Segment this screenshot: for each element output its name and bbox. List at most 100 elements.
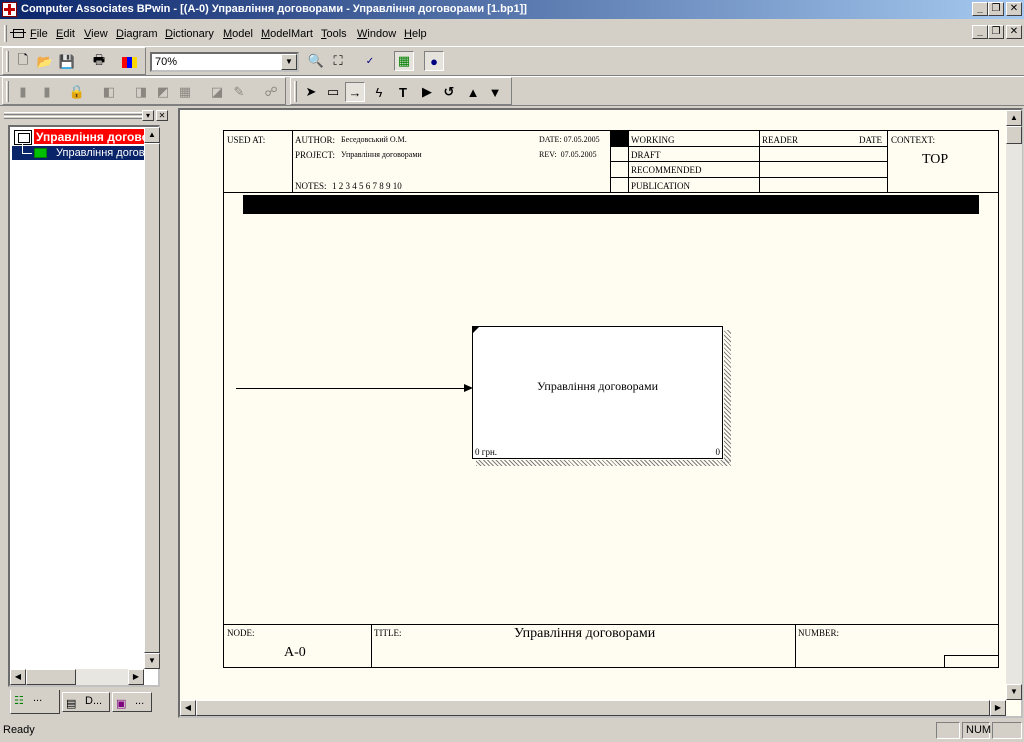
toolbar-grip[interactable] (6, 81, 9, 102)
frame-divider (795, 625, 796, 668)
mm-users-icon[interactable]: ☍ (261, 82, 281, 102)
canvas-vscroll-thumb[interactable] (1006, 126, 1022, 144)
scroll-up-icon[interactable]: ▲ (144, 127, 160, 143)
explorer-tabs: ☷ ... ▤ D... ▣ ... (10, 690, 170, 714)
chevron-down-icon[interactable]: ▼ (281, 54, 297, 70)
status-bar: Ready NUM (0, 720, 1024, 742)
mm-security-icon[interactable]: ◪ (207, 82, 227, 102)
diagram-window: USED AT: AUTHOR: Беседовський О.М. PROJE… (178, 108, 1023, 718)
toolbar-grip[interactable] (6, 51, 9, 72)
zoom-select[interactable]: 70% ▼ (150, 52, 299, 72)
mm-tools-icon[interactable]: ✎ (229, 82, 249, 102)
spell-check-icon[interactable]: ✓ (360, 51, 380, 71)
panel-splitter[interactable] (172, 108, 176, 720)
tab-activities[interactable]: ☷ ... (10, 690, 60, 714)
activity-shadow (724, 330, 731, 463)
arrow-head-icon (464, 384, 473, 392)
new-file-icon[interactable]: 🗋 (13, 52, 33, 72)
mm-grid-icon[interactable]: ▦ (175, 82, 195, 102)
status-publication: PUBLICATION (631, 181, 691, 191)
menu-diagram[interactable]: Diagram (116, 28, 158, 40)
open-folder-icon[interactable]: 📂 (35, 52, 55, 72)
used-at-label: USED AT: (227, 135, 266, 145)
context-value: TOP (922, 152, 949, 167)
menu-window[interactable]: Window (357, 28, 396, 40)
menu-grip[interactable] (4, 25, 7, 42)
mm-library-icon[interactable]: ◨ (131, 82, 151, 102)
scroll-down-icon[interactable]: ▼ (1006, 684, 1022, 700)
model-explorer-icon[interactable]: ▦ (394, 51, 414, 71)
mm-merge-icon[interactable]: ◧ (99, 82, 119, 102)
print-icon[interactable]: 🖶 (89, 52, 109, 72)
tree-hscroll-thumb[interactable] (26, 669, 76, 685)
scroll-right-icon[interactable]: ▶ (128, 669, 144, 685)
mm-report-icon[interactable]: ◩ (153, 82, 173, 102)
tree-scroll-thumb[interactable] (144, 143, 160, 653)
activity-box[interactable]: Управління договорами 0 грн. 0 (472, 326, 723, 459)
scroll-left-icon[interactable]: ◀ (10, 669, 26, 685)
go-to-sibling-icon[interactable]: ↺ (439, 82, 459, 102)
child-close-button[interactable]: ✕ (1006, 25, 1022, 39)
canvas-vertical-scrollbar[interactable]: ▲ ▼ (1006, 110, 1022, 700)
zoom-in-icon[interactable]: 🔍 (306, 51, 326, 71)
frame-divider (628, 131, 629, 193)
menu-help[interactable]: Help (404, 28, 427, 40)
tree-node-root[interactable]: Управління договорами (12, 129, 144, 145)
tab-diagrams[interactable]: ▤ D... (62, 692, 110, 712)
explorer-pin-button[interactable]: ▾ (142, 110, 154, 121)
toolbar-grip[interactable] (294, 81, 297, 102)
menu-view[interactable]: View (84, 28, 108, 40)
document-system-icon[interactable] (10, 27, 26, 39)
rev-field: REV: 07.05.2005 (539, 150, 610, 159)
status-working: WORKING (631, 135, 675, 145)
child-restore-button[interactable]: ❐ (988, 25, 1004, 39)
arrow-tool-icon[interactable]: → (345, 82, 365, 102)
frame-divider (887, 131, 888, 193)
mm-connect-icon[interactable]: ▮ (13, 82, 33, 102)
app-icon[interactable] (2, 2, 17, 17)
close-button[interactable]: ✕ (1006, 2, 1022, 16)
tree-vertical-scrollbar[interactable]: ▲ ▼ (144, 127, 160, 669)
save-icon[interactable]: 💾 (57, 52, 77, 72)
go-to-parent-icon[interactable]: ▲ (463, 82, 483, 102)
zoom-fit-icon[interactable]: ⛶ (328, 51, 348, 71)
minimize-button[interactable]: _ (972, 2, 988, 16)
canvas-hscroll-thumb[interactable] (196, 700, 990, 716)
diagram-canvas[interactable]: USED AT: AUTHOR: Беседовський О.М. PROJE… (180, 110, 1004, 700)
menu-model[interactable]: Model (223, 28, 253, 40)
activity-box-tool-icon[interactable]: ▭ (323, 82, 343, 102)
text-tool-icon[interactable]: T (393, 82, 413, 102)
pointer-tool-icon[interactable]: ➤ (301, 82, 321, 102)
restore-button[interactable]: ❐ (988, 2, 1004, 16)
canvas-horizontal-scrollbar[interactable]: ◀ ▶ (180, 700, 1006, 716)
tree-horizontal-scrollbar[interactable]: ◀ ▶ (10, 669, 144, 685)
tab-objects[interactable]: ▣ ... (112, 692, 152, 712)
explorer-close-button[interactable]: ✕ (156, 110, 168, 121)
go-to-child-icon[interactable]: ▶ (417, 82, 437, 102)
scroll-down-icon[interactable]: ▼ (144, 653, 160, 669)
scroll-up-icon[interactable]: ▲ (1006, 110, 1022, 126)
explorer-grip (4, 116, 142, 119)
frame-divider (371, 625, 372, 668)
menu-tools[interactable]: Tools (321, 28, 347, 40)
scroll-left-icon[interactable]: ◀ (180, 700, 196, 716)
child-minimize-button[interactable]: _ (972, 25, 988, 39)
input-arrow[interactable] (236, 388, 466, 389)
menu-edit[interactable]: Edit (56, 28, 75, 40)
color-palette-icon[interactable] (119, 52, 139, 72)
menu-modelmart[interactable]: ModelMart (261, 28, 313, 40)
status-pane-num: NUM (962, 722, 991, 739)
modelmart-globe-icon[interactable]: ● (424, 51, 444, 71)
tree-node-child[interactable]: Управління договорами (12, 144, 144, 160)
activity-cost: 0 грн. (475, 447, 498, 457)
menu-dictionary[interactable]: Dictionary (165, 28, 214, 40)
scroll-right-icon[interactable]: ▶ (990, 700, 1006, 716)
squiggle-tool-icon[interactable]: ϟ (369, 82, 389, 102)
status-pane-caps (936, 722, 960, 739)
mm-disconnect-icon[interactable]: ▮ (37, 82, 57, 102)
explorer-grip (4, 112, 142, 115)
go-to-next-icon[interactable]: ▼ (485, 82, 505, 102)
menu-file[interactable]: File (30, 28, 48, 40)
lock-icon[interactable]: 🔒 (67, 82, 87, 102)
project-value: Управління договорами (341, 150, 422, 159)
